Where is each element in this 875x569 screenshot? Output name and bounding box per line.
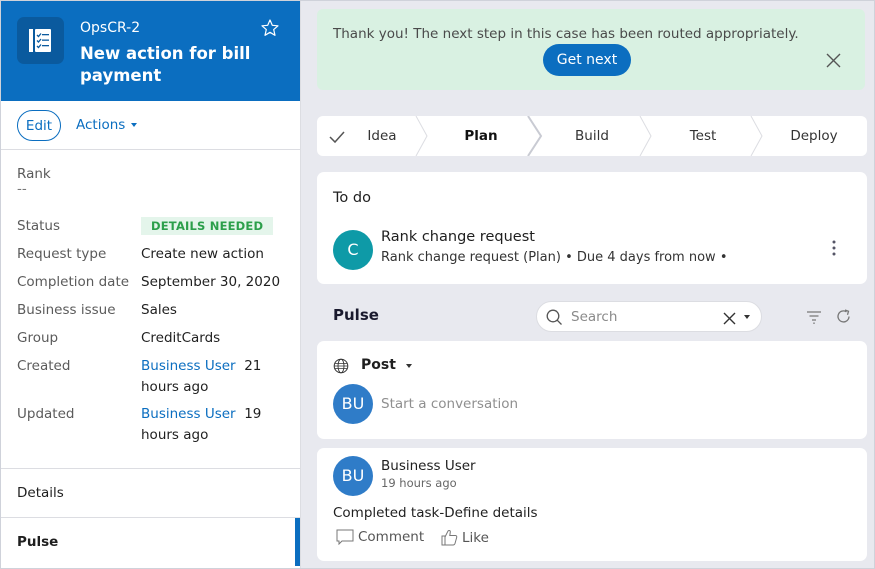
case-action-bar: Edit Actions (1, 101, 300, 150)
field-value: Create new action (141, 246, 264, 262)
case-summary-panel: OpsCR-2 New action for bill payment Edit… (1, 1, 301, 568)
comment-icon (336, 529, 354, 545)
todo-item-link[interactable]: Rank change request (381, 229, 535, 245)
search-icon (546, 309, 562, 325)
stage-deploy[interactable]: Deploy (764, 116, 864, 156)
status-badge: DETAILS NEEDED (141, 217, 274, 235)
field-value: -- (17, 181, 27, 197)
field-created: Created Business User 21 hours ago (17, 358, 291, 398)
stage-idea[interactable]: Idea (355, 116, 409, 156)
field-label: Created (17, 358, 71, 374)
close-icon[interactable] (826, 53, 841, 72)
star-icon[interactable] (260, 18, 280, 42)
field-label: Business issue (17, 302, 116, 318)
post-composer: Post BU (317, 341, 867, 439)
pulse-search (536, 301, 762, 332)
get-next-button[interactable]: Get next (543, 44, 631, 76)
refresh-icon[interactable] (835, 308, 852, 329)
caret-down-icon (131, 123, 138, 127)
more-options-icon[interactable] (831, 240, 837, 260)
banner-message: Thank you! The next step in this case ha… (333, 26, 799, 42)
field-business-issue: Business issue Sales (17, 302, 291, 321)
globe-icon (333, 358, 349, 378)
actions-menu-button[interactable]: Actions (76, 117, 138, 133)
field-request-type: Request type Create new action (17, 246, 291, 265)
field-label: Completion date (17, 274, 130, 290)
feed-timestamp: 19 hours ago (381, 476, 457, 490)
edit-button[interactable]: Edit (17, 110, 61, 141)
avatar: BU (333, 456, 373, 496)
tab-details[interactable]: Details (1, 468, 300, 516)
caret-down-icon[interactable] (406, 364, 412, 368)
case-header: OpsCR-2 New action for bill payment (1, 1, 300, 101)
created-by-link[interactable]: Business User (141, 358, 236, 374)
field-label: Group (17, 330, 59, 346)
field-label: Request type (17, 246, 107, 262)
feed-author-link[interactable]: Business User (381, 458, 476, 474)
pulse-title: Pulse (333, 306, 379, 324)
stage-build[interactable]: Build (545, 116, 639, 156)
case-id: OpsCR-2 (80, 20, 141, 36)
field-updated: Updated Business User 19 hours ago (17, 406, 291, 446)
filter-icon[interactable] (806, 309, 822, 328)
field-group: Group CreditCards (17, 330, 291, 349)
like-button[interactable]: Like (441, 529, 489, 546)
chevron-separator (527, 116, 543, 156)
chevron-separator (415, 116, 428, 156)
field-rank: Rank -- (17, 166, 51, 196)
caret-down-icon[interactable] (744, 315, 750, 319)
field-value: CreditCards (141, 330, 221, 346)
todo-item-meta: Rank change request (Plan) • Due 4 days … (381, 250, 728, 265)
chevron-separator (639, 116, 652, 156)
stage-plan[interactable]: Plan (431, 116, 531, 156)
field-value: Business User 21 hours ago (141, 356, 291, 398)
case-title: New action for bill payment (80, 44, 251, 85)
avatar: BU (333, 384, 373, 424)
pulse-feed-item: BU Business User 19 hours ago Completed … (317, 448, 867, 561)
field-label: Status (17, 218, 61, 234)
chevron-separator (750, 116, 763, 156)
field-value: Sales (141, 302, 177, 318)
search-input[interactable] (571, 307, 711, 327)
updated-by-link[interactable]: Business User (141, 406, 236, 422)
field-value: Business User 19 hours ago (141, 404, 291, 446)
field-label: Rank (17, 166, 51, 182)
case-checklist-icon (17, 17, 64, 64)
post-scope-dropdown[interactable]: Post (361, 357, 396, 373)
todo-card: To do C Rank change request Rank change … (317, 172, 867, 284)
thumbs-up-icon (441, 529, 458, 546)
field-label: Updated (17, 406, 75, 422)
feed-message: Completed task-Define details (333, 505, 538, 521)
checkmark-icon (329, 129, 345, 148)
stage-test[interactable]: Test (653, 116, 753, 156)
conversation-input[interactable] (381, 392, 841, 416)
actions-label: Actions (76, 117, 126, 133)
todo-title: To do (333, 190, 371, 206)
tab-pulse[interactable]: Pulse (1, 517, 300, 566)
field-value: September 30, 2020 (141, 274, 281, 290)
comment-label: Comment (358, 529, 425, 545)
field-status: Status DETAILS NEEDED (17, 217, 291, 237)
like-label: Like (462, 529, 489, 546)
clear-search-icon[interactable] (723, 310, 736, 329)
stage-chevrons: Idea Plan Build Test Deploy (317, 116, 867, 156)
success-banner: Thank you! The next step in this case ha… (317, 9, 865, 90)
todo-avatar: C (333, 230, 373, 270)
comment-button[interactable]: Comment (336, 529, 424, 545)
field-completion-date: Completion date September 30, 2020 (17, 274, 291, 293)
